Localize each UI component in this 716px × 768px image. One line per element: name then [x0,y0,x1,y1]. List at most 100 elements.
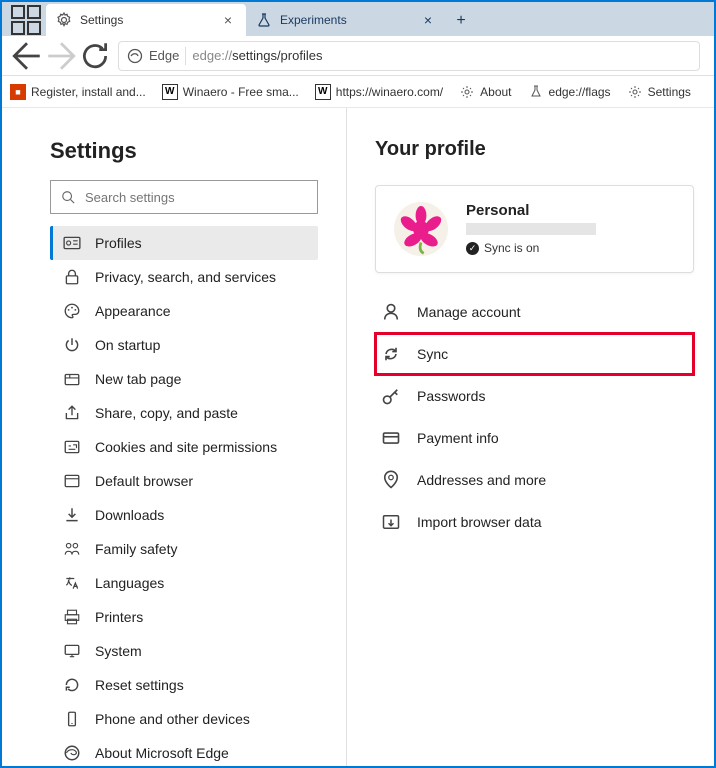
gear-icon [627,84,643,100]
download-icon [63,506,81,524]
palette-icon [63,302,81,320]
sidebar-item-label: System [95,643,142,659]
sidebar-item-label: Cookies and site permissions [95,439,277,455]
share-icon [63,404,81,422]
close-icon[interactable]: × [420,12,436,28]
menu-item-sync[interactable]: Sync [375,333,694,375]
bookmark-item[interactable]: W https://winaero.com/ [315,84,443,100]
pin-icon [381,470,401,490]
sidebar-item-label: Printers [95,609,143,625]
person-icon [381,302,401,322]
menu-item-manage-account[interactable]: Manage account [375,291,694,333]
main-panel: Your profile Personal ✓ Sync is o [347,108,714,766]
menu-item-label: Import browser data [417,514,542,530]
sidebar-item-on-startup[interactable]: On startup [50,328,318,362]
content: Settings ProfilesPrivacy, search, and se… [2,108,714,766]
sidebar-item-share-copy-and-paste[interactable]: Share, copy, and paste [50,396,318,430]
sidebar-item-privacy-search-and-services[interactable]: Privacy, search, and services [50,260,318,294]
titlebar: Settings × Experiments × + [2,2,714,36]
lock-icon [63,268,81,286]
sidebar-item-label: New tab page [95,371,181,387]
sidebar-item-downloads[interactable]: Downloads [50,498,318,532]
refresh-button[interactable] [78,39,112,73]
tab-experiments[interactable]: Experiments × [246,4,446,36]
menu-item-import-browser-data[interactable]: Import browser data [375,501,694,543]
bookmark-label: Settings [648,85,691,99]
bookmark-label: edge://flags [549,85,611,99]
profile-email-redacted [466,223,596,235]
addr-edge-label: Edge [149,48,179,63]
menu-item-addresses-and-more[interactable]: Addresses and more [375,459,694,501]
tab-settings[interactable]: Settings × [46,4,246,36]
power-icon [63,336,81,354]
close-icon[interactable]: × [220,12,236,28]
sidebar-item-label: Share, copy, and paste [95,405,238,421]
sidebar-item-new-tab-page[interactable]: New tab page [50,362,318,396]
bookmark-item[interactable]: W Winaero - Free sma... [162,84,299,100]
bookmark-label: About [480,85,511,99]
bookmark-label: https://winaero.com/ [336,85,443,99]
flask-icon [256,12,272,28]
sidebar-item-phone-and-other-devices[interactable]: Phone and other devices [50,702,318,736]
sidebar-item-languages[interactable]: Languages [50,566,318,600]
menu-item-payment-info[interactable]: Payment info [375,417,694,459]
sidebar-item-system[interactable]: System [50,634,318,668]
check-icon: ✓ [466,242,479,255]
bookmark-item[interactable]: Settings [627,84,691,100]
sidebar-item-label: Profiles [95,235,142,251]
sidebar-item-appearance[interactable]: Appearance [50,294,318,328]
profile-name: Personal [466,202,596,219]
bookmark-icon: W [162,84,178,100]
separator [185,47,186,65]
menu-item-label: Payment info [417,430,499,446]
sidebar-item-label: Phone and other devices [95,711,250,727]
reset-icon [63,676,81,694]
import-icon [381,512,401,532]
bookmark-label: Winaero - Free sma... [183,85,299,99]
profile-card[interactable]: Personal ✓ Sync is on [375,185,694,273]
menu-item-label: Manage account [417,304,521,320]
search-input[interactable] [85,190,307,205]
profile-info: Personal ✓ Sync is on [466,202,596,256]
sidebar-item-label: On startup [95,337,160,353]
key-icon [381,386,401,406]
sidebar-item-label: Downloads [95,507,164,523]
permissions-icon [63,438,81,456]
menu-item-passwords[interactable]: Passwords [375,375,694,417]
forward-button[interactable] [44,39,78,73]
new-tab-button[interactable]: + [446,6,476,36]
app-menu-icon[interactable] [6,4,46,36]
sidebar-item-cookies-and-site-permissions[interactable]: Cookies and site permissions [50,430,318,464]
sync-status-label: Sync is on [484,241,539,255]
phone-icon [63,710,81,728]
sidebar-item-profiles[interactable]: Profiles [50,226,318,260]
printer-icon [63,608,81,626]
tab-icon [63,370,81,388]
sync-status: ✓ Sync is on [466,241,596,255]
sidebar-item-printers[interactable]: Printers [50,600,318,634]
gear-icon [56,12,72,28]
bookmark-item[interactable]: edge://flags [528,84,611,100]
sidebar-item-default-browser[interactable]: Default browser [50,464,318,498]
bookmark-item[interactable]: About [459,84,511,100]
search-box[interactable] [50,180,318,214]
sidebar-item-reset-settings[interactable]: Reset settings [50,668,318,702]
bookmark-label: Register, install and... [31,85,146,99]
page-title: Your profile [375,138,694,161]
menu-item-label: Sync [417,346,448,362]
bookmark-item[interactable]: ■ Register, install and... [10,84,146,100]
address-bar[interactable]: Edge edge://settings/profiles [118,41,700,71]
sidebar-item-about-microsoft-edge[interactable]: About Microsoft Edge [50,736,318,766]
sidebar-item-label: About Microsoft Edge [95,745,229,761]
family-icon [63,540,81,558]
sidebar-item-label: Reset settings [95,677,184,693]
language-icon [63,574,81,592]
sidebar-item-family-safety[interactable]: Family safety [50,532,318,566]
sidebar-item-label: Appearance [95,303,171,319]
search-icon [61,190,75,204]
back-button[interactable] [10,39,44,73]
edge-icon [127,48,143,64]
sidebar-item-label: Default browser [95,473,193,489]
avatar [394,202,448,256]
system-icon [63,642,81,660]
